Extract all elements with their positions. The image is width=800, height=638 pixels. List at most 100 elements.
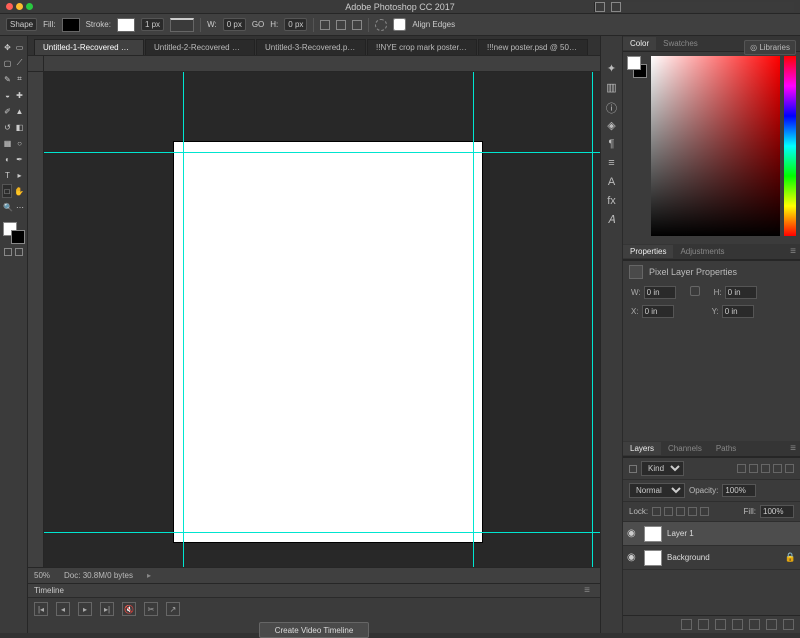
timeline-play-button[interactable]: ▸ xyxy=(78,602,92,616)
zoom-level[interactable]: 50% xyxy=(34,571,50,580)
layer-mask-icon[interactable] xyxy=(715,619,726,630)
gradient-tool[interactable]: ▦ xyxy=(2,136,13,150)
link-dims-icon[interactable]: GO xyxy=(252,20,264,29)
prop-x-input[interactable] xyxy=(642,305,674,318)
prop-h-input[interactable] xyxy=(725,286,757,299)
paragraph-panel-icon[interactable]: ≡ xyxy=(605,157,618,170)
path-ops-icon[interactable] xyxy=(320,20,330,30)
panel-menu-icon[interactable]: ≡ xyxy=(790,443,796,454)
timeline-transition-button[interactable]: ↗ xyxy=(166,602,180,616)
visibility-toggle-icon[interactable]: ◉ xyxy=(627,552,639,563)
canvas-viewport[interactable] xyxy=(44,72,600,567)
glyph-panel-icon[interactable]: A xyxy=(605,176,618,189)
stroke-swatch[interactable] xyxy=(117,18,135,32)
lock-artboard-icon[interactable] xyxy=(688,507,697,516)
foreground-background-swatch[interactable] xyxy=(3,222,25,244)
document-tab[interactable]: Untitled-2-Recovered @ 50... xyxy=(145,39,255,55)
timeline-first-frame-button[interactable]: |◂ xyxy=(34,602,48,616)
crop-tool[interactable]: ⌗ xyxy=(14,72,25,86)
rectangle-tool[interactable]: □ xyxy=(2,184,12,198)
layer-name[interactable]: Background xyxy=(667,553,710,562)
new-layer-icon[interactable] xyxy=(766,619,777,630)
prop-y-input[interactable] xyxy=(722,305,754,318)
timeline-next-frame-button[interactable]: ▸| xyxy=(100,602,114,616)
color-foreground-swatch[interactable] xyxy=(627,56,641,70)
blend-mode-select[interactable]: Normal xyxy=(629,483,685,498)
layers-tab[interactable]: Layers xyxy=(623,442,661,455)
history-brush-tool[interactable]: ↺ xyxy=(2,120,13,134)
fill-swatch[interactable] xyxy=(62,18,80,32)
eyedropper-tool[interactable]: ◒ xyxy=(2,88,13,102)
stamp-tool[interactable]: ▲ xyxy=(14,104,25,118)
document-info[interactable]: Doc: 30.8M/0 bytes xyxy=(64,571,133,580)
align-icon[interactable] xyxy=(336,20,346,30)
visibility-toggle-icon[interactable]: ◉ xyxy=(627,528,639,539)
maximize-window-button[interactable] xyxy=(26,3,33,10)
document-tab[interactable]: !!NYE crop mark poster.psd ... xyxy=(367,39,477,55)
guide-vertical[interactable] xyxy=(473,72,474,567)
timeline-prev-frame-button[interactable]: ◂ xyxy=(56,602,70,616)
layer-row[interactable]: ◉ Layer 1 xyxy=(623,522,800,546)
quickmask-icon[interactable] xyxy=(4,248,12,256)
filter-pixel-icon[interactable] xyxy=(737,464,746,473)
lock-position-icon[interactable] xyxy=(676,507,685,516)
filter-shape-icon[interactable] xyxy=(773,464,782,473)
adjustment-layer-icon[interactable] xyxy=(732,619,743,630)
dodge-tool[interactable]: ◐ xyxy=(2,152,13,166)
layer-name[interactable]: Layer 1 xyxy=(667,529,694,538)
link-layers-icon[interactable] xyxy=(681,619,692,630)
lasso-tool[interactable]: ⟋ xyxy=(14,56,25,70)
width-input[interactable]: 0 px xyxy=(223,18,246,31)
document-tab[interactable]: Untitled-1-Recovered @ 50% (Layer 1, CMY… xyxy=(34,39,144,55)
info-panel-icon[interactable]: ⓘ xyxy=(605,100,618,113)
guide-vertical[interactable] xyxy=(183,72,184,567)
document-tab[interactable]: !!!new poster.psd @ 50% (!!N... xyxy=(478,39,588,55)
guide-horizontal[interactable] xyxy=(44,532,600,533)
document-tab[interactable]: Untitled-3-Recovered.psd ... xyxy=(256,39,366,55)
delete-layer-icon[interactable] xyxy=(783,619,794,630)
eraser-tool[interactable]: ◧ xyxy=(14,120,25,134)
options-gear-icon[interactable] xyxy=(375,19,387,31)
edit-toolbar[interactable]: ⋯ xyxy=(15,200,25,214)
filter-kind-select[interactable]: Kind xyxy=(641,461,684,476)
fill-opacity-input[interactable] xyxy=(760,505,794,518)
pen-tool[interactable]: ✒ xyxy=(14,152,25,166)
timeline-split-button[interactable]: ✂ xyxy=(144,602,158,616)
horizontal-ruler[interactable] xyxy=(44,56,600,72)
create-video-timeline-button[interactable]: Create Video Timeline xyxy=(259,622,369,638)
canvas[interactable] xyxy=(174,142,482,542)
stroke-width-input[interactable]: 1 px xyxy=(141,18,164,31)
screenmode-icon[interactable] xyxy=(15,248,23,256)
marquee-tool[interactable]: ▢ xyxy=(2,56,13,70)
opacity-input[interactable] xyxy=(722,484,756,497)
hand-tool[interactable]: ✋ xyxy=(13,184,25,198)
filter-adjust-icon[interactable] xyxy=(749,464,758,473)
timeline-menu-icon[interactable]: ≡ xyxy=(584,585,590,596)
styles-panel-icon[interactable]: fx xyxy=(605,195,618,208)
workspace-switcher-icon[interactable] xyxy=(611,2,621,12)
arrange-icon[interactable] xyxy=(352,20,362,30)
filter-kind-icon[interactable] xyxy=(629,465,637,473)
color-tab[interactable]: Color xyxy=(623,37,656,50)
layer-fx-icon[interactable] xyxy=(698,619,709,630)
timeline-audio-button[interactable]: 🔇 xyxy=(122,602,136,616)
prop-w-input[interactable] xyxy=(644,286,676,299)
path-select-tool[interactable]: ▸ xyxy=(14,168,25,182)
panel-menu-icon[interactable]: ≡ xyxy=(790,246,796,257)
heal-tool[interactable]: ✚ xyxy=(14,88,25,102)
filter-smart-icon[interactable] xyxy=(785,464,794,473)
tool-mode-select[interactable]: Shape xyxy=(6,18,37,31)
minimize-window-button[interactable] xyxy=(16,3,23,10)
guide-vertical[interactable] xyxy=(592,72,593,567)
search-icon[interactable] xyxy=(595,2,605,12)
height-input[interactable]: 0 px xyxy=(284,18,307,31)
quickselect-tool[interactable]: ✎ xyxy=(2,72,13,86)
navigator-panel-icon[interactable]: ◈ xyxy=(605,119,618,132)
artboard-tool[interactable]: ▭ xyxy=(14,40,25,54)
link-wh-icon[interactable] xyxy=(690,286,700,296)
lock-transparency-icon[interactable] xyxy=(652,507,661,516)
align-edges-checkbox[interactable] xyxy=(393,18,406,31)
paths-tab[interactable]: Paths xyxy=(709,442,743,455)
lock-pixels-icon[interactable] xyxy=(664,507,673,516)
character-panel-icon[interactable]: ¶ xyxy=(605,138,618,151)
